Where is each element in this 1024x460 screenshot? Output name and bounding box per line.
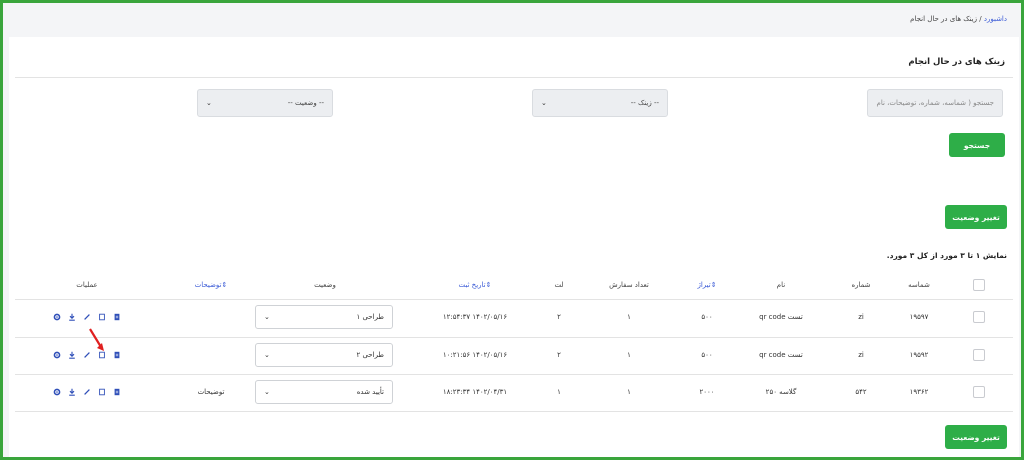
document-icon[interactable] bbox=[98, 313, 106, 321]
status-filter-select[interactable]: -- وضعیت -- ⌄ bbox=[197, 89, 333, 117]
download-icon[interactable] bbox=[68, 351, 76, 359]
results-summary: نمایش ۱ تا ۳ مورد از کل ۳ مورد. bbox=[887, 251, 1007, 260]
cell-number: zi bbox=[858, 351, 864, 359]
column-header-operations: عملیات bbox=[76, 281, 98, 289]
sort-icon: ⇕ bbox=[710, 281, 717, 289]
row-divider bbox=[15, 374, 1013, 375]
gear-icon[interactable] bbox=[53, 388, 61, 396]
column-header-description[interactable]: ⇕توضیحات bbox=[195, 281, 228, 289]
gear-icon[interactable] bbox=[53, 313, 61, 321]
cell-created-at: ۱۴۰۲/۰۵/۱۶ ۱۰:۲۱:۵۶ bbox=[442, 351, 508, 359]
pencil-icon[interactable] bbox=[83, 313, 91, 321]
column-header-id[interactable]: شماسه bbox=[908, 281, 930, 289]
search-input[interactable] bbox=[867, 89, 1003, 117]
summary-suffix: مورد. bbox=[886, 251, 908, 260]
row-operations bbox=[53, 313, 121, 321]
title-divider bbox=[15, 77, 1013, 78]
clipboard-icon[interactable] bbox=[113, 388, 121, 396]
column-header-name[interactable]: نام bbox=[777, 281, 785, 289]
column-header-number[interactable]: شماره bbox=[851, 281, 870, 289]
cell-created-at: ۱۴۰۲/۰۵/۱۶ ۱۲:۵۴:۳۷ bbox=[442, 313, 508, 321]
breadcrumb: داشبورد / زینک های در حال انجام bbox=[910, 15, 1007, 23]
row-status-select[interactable]: طراحی ۲ ⌄ bbox=[255, 343, 393, 367]
change-status-button-bottom[interactable]: تغییر وضعیت bbox=[945, 425, 1007, 449]
column-header-created-at-label: تاریخ ثبت bbox=[458, 281, 486, 289]
clipboard-icon[interactable] bbox=[113, 313, 121, 321]
summary-prefix: نمایش bbox=[982, 251, 1007, 260]
column-header-lot[interactable]: لت bbox=[554, 281, 563, 289]
row-checkbox[interactable] bbox=[973, 349, 985, 361]
column-header-circulation-label: تیراژ bbox=[697, 281, 711, 289]
row-status-value: تأیید شده bbox=[356, 388, 384, 396]
cell-id: ۱۹۵۹۷ bbox=[909, 313, 929, 321]
row-status-value: طراحی ۲ bbox=[356, 351, 384, 359]
content-card: زینک های در حال انجام -- زینک -- ⌄ -- وض… bbox=[9, 37, 1019, 457]
summary-middle: مورد از کل bbox=[916, 251, 958, 260]
page-title: زینک های در حال انجام bbox=[908, 57, 1005, 67]
row-divider bbox=[15, 299, 1013, 300]
sort-icon: ⇕ bbox=[221, 281, 228, 289]
summary-total: ۳ bbox=[909, 251, 915, 260]
row-status-select[interactable]: طراحی ۱ ⌄ bbox=[255, 305, 393, 329]
status-filter-value: -- وضعیت -- bbox=[287, 99, 324, 107]
change-status-button-top[interactable]: تغییر وضعیت bbox=[945, 205, 1007, 229]
cell-order-count: ۱ bbox=[627, 388, 631, 396]
row-status-value: طراحی ۱ bbox=[356, 313, 384, 321]
column-header-circulation[interactable]: ⇕تیراژ bbox=[697, 281, 716, 289]
cell-circulation: ۵۰۰ bbox=[701, 351, 713, 359]
gear-icon[interactable] bbox=[53, 351, 61, 359]
cell-created-at: ۱۴۰۲/۰۴/۳۱ ۱۸:۲۳:۳۴ bbox=[442, 388, 508, 396]
row-operations bbox=[53, 388, 121, 396]
cell-order-count: ۱ bbox=[627, 351, 631, 359]
chevron-down-icon: ⌄ bbox=[206, 99, 212, 107]
cell-lot: ۲ bbox=[557, 313, 561, 321]
sort-icon: ⇕ bbox=[485, 281, 492, 289]
cell-name: تست qr code bbox=[759, 313, 803, 321]
download-icon[interactable] bbox=[68, 313, 76, 321]
summary-range: ۱ تا ۳ bbox=[960, 251, 981, 260]
chevron-down-icon: ⌄ bbox=[541, 99, 547, 107]
breadcrumb-home-link[interactable]: داشبورد bbox=[984, 15, 1007, 23]
cell-circulation: ۵۰۰ bbox=[701, 313, 713, 321]
row-checkbox[interactable] bbox=[973, 311, 985, 323]
pencil-icon[interactable] bbox=[83, 388, 91, 396]
cell-number: zi bbox=[858, 313, 864, 321]
document-icon[interactable] bbox=[98, 388, 106, 396]
chevron-down-icon: ⌄ bbox=[264, 351, 270, 359]
breadcrumb-current: زینک های در حال انجام bbox=[910, 15, 978, 23]
zinc-select-value: -- زینک -- bbox=[630, 99, 659, 107]
cell-circulation: ۲۰۰۰ bbox=[699, 388, 715, 396]
select-all-checkbox[interactable] bbox=[973, 279, 985, 291]
cell-lot: ۱ bbox=[557, 388, 561, 396]
red-arrow-icon bbox=[89, 328, 104, 351]
row-divider bbox=[15, 337, 1013, 338]
row-checkbox[interactable] bbox=[973, 386, 985, 398]
column-header-created-at[interactable]: ⇕تاریخ ثبت bbox=[459, 281, 492, 289]
column-header-status[interactable]: وضعیت bbox=[314, 281, 336, 289]
row-status-select[interactable]: تأیید شده ⌄ bbox=[255, 380, 393, 404]
column-header-description-label: توضیحات bbox=[194, 281, 222, 289]
zinc-select[interactable]: -- زینک -- ⌄ bbox=[532, 89, 668, 117]
cell-number: ۵۴۲ bbox=[855, 388, 867, 396]
download-icon[interactable] bbox=[68, 388, 76, 396]
cell-order-count: ۱ bbox=[627, 313, 631, 321]
cell-id: ۱۹۳۶۲ bbox=[909, 388, 929, 396]
cell-name: گلاسه ۲۵۰ bbox=[765, 388, 797, 396]
cell-lot: ۲ bbox=[557, 351, 561, 359]
clipboard-icon[interactable] bbox=[113, 351, 121, 359]
row-divider bbox=[15, 411, 1013, 412]
column-header-order-count[interactable]: تعداد سفارش bbox=[609, 281, 649, 289]
screenshot-frame: داشبورد / زینک های در حال انجام زینک های… bbox=[0, 0, 1024, 460]
search-button[interactable]: جستجو bbox=[949, 133, 1005, 157]
breadcrumb-separator: / bbox=[979, 15, 982, 23]
cell-id: ۱۹۵۹۲ bbox=[909, 351, 929, 359]
chevron-down-icon: ⌄ bbox=[264, 313, 270, 321]
chevron-down-icon: ⌄ bbox=[264, 388, 270, 396]
cell-description: توضیحات bbox=[197, 388, 225, 396]
cell-name: تست qr code bbox=[759, 351, 803, 359]
